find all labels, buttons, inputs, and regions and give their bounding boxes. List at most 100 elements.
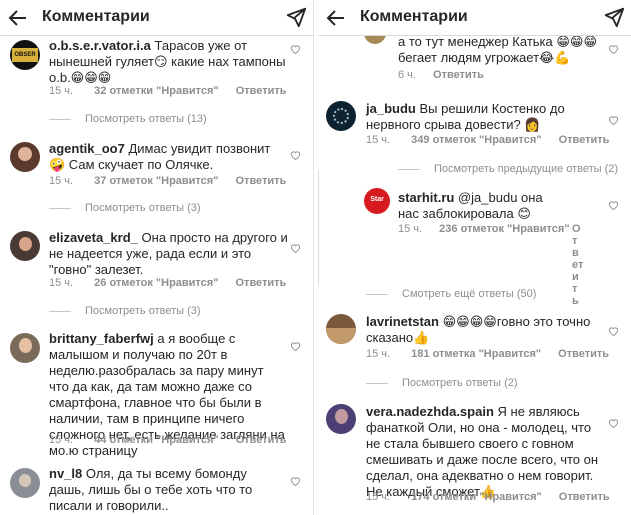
comment-username[interactable]: ja_budu: [366, 101, 416, 116]
comment-username[interactable]: lavrinetstan: [366, 314, 439, 329]
comment-meta: 15 ч. 174 отметки "Нравится" Ответить: [366, 491, 610, 503]
reply-button[interactable]: Ответить: [572, 223, 584, 307]
view-replies-label: Посмотреть ответы (2): [402, 377, 518, 389]
heart-icon[interactable]: [290, 341, 301, 351]
comment-text: nv_l8 Оля, да ты всему бомонду дашь, лиш…: [49, 466, 285, 514]
page-title: Комментарии: [42, 8, 150, 25]
avatar[interactable]: [10, 231, 40, 261]
comment-text: o.b.s.e.r.vator.i.a Тарасов уже от нынеш…: [49, 38, 289, 86]
comment-likes[interactable]: 236 отметок "Нравится": [439, 223, 569, 235]
comment-item: elizaveta_krd_ Она просто на другого и н…: [0, 229, 313, 299]
arrow-left-icon[interactable]: [6, 6, 30, 30]
reply-button[interactable]: Ответить: [558, 348, 609, 360]
comment-text: agentik_oo7 Димас увидит позвонит🤪 Сам с…: [49, 141, 279, 173]
comment-username[interactable]: elizaveta_krd_: [49, 230, 138, 245]
comment-item: OBSER o.b.s.e.r.vator.i.a Тарасов уже от…: [0, 38, 313, 118]
avatar[interactable]: [326, 101, 356, 131]
avatar[interactable]: Star: [364, 188, 390, 214]
replies-divider: [398, 168, 420, 170]
comment-likes[interactable]: 174 отметки "Нравится": [411, 491, 542, 503]
comment-time: 15 ч.: [49, 277, 74, 289]
comment-meta: 6 ч. Ответить: [398, 69, 484, 81]
avatar[interactable]: [10, 333, 40, 363]
reply-button[interactable]: Ответить: [236, 85, 287, 97]
comment-text: а то тут менеджер Катька 😁😁😁 бегает людя…: [398, 34, 608, 66]
heart-icon[interactable]: [290, 476, 301, 486]
reply-button[interactable]: Ответить: [236, 434, 287, 446]
comment-meta: 15 ч. 236 отметок "Нравится": [398, 223, 570, 235]
comment-meta: 15 ч. 26 отметок "Нравится" Ответить: [49, 277, 286, 289]
comment-meta: 15 ч. 349 отметок "Нравится" Ответить: [366, 134, 609, 146]
reply-button[interactable]: Ответить: [236, 277, 287, 289]
heart-icon[interactable]: [608, 200, 619, 210]
comment-likes[interactable]: 44 отметки "Нравится": [94, 434, 218, 446]
reply-button[interactable]: Ответить: [236, 175, 287, 187]
view-replies-label: Посмотреть ответы (3): [85, 305, 201, 317]
comment-text: vera.nadezhda.spain Я не являюсь фанатко…: [366, 404, 604, 500]
view-replies-link[interactable]: Посмотреть ответы (3): [49, 305, 201, 317]
reply-button[interactable]: Ответить: [559, 134, 610, 146]
comment-username[interactable]: agentik_oo7: [49, 141, 125, 156]
comment-time: 15 ч.: [366, 134, 391, 146]
comment-item: ja_budu Вы решили Костенко до нервного с…: [318, 101, 631, 161]
comment-meta: 15 ч. 32 отметки "Нравится" Ответить: [49, 85, 287, 97]
left-comments-panel: Комментарии OBSER o.b.s.e.r.vator.i.a Та…: [0, 0, 313, 515]
heart-icon[interactable]: [608, 44, 619, 54]
comment-likes[interactable]: 26 отметок "Нравится": [94, 277, 218, 289]
avatar[interactable]: OBSER: [10, 40, 40, 70]
arrow-left-icon[interactable]: [324, 6, 348, 30]
paper-plane-icon[interactable]: [603, 6, 625, 28]
comment-item: Star starhit.ru @ja_budu она нас заблоки…: [318, 188, 631, 307]
heart-icon[interactable]: [290, 243, 301, 253]
reply-button[interactable]: Ответить: [433, 69, 484, 81]
replies-divider: [366, 293, 388, 295]
view-replies-link[interactable]: Посмотреть ответы (13): [49, 113, 207, 125]
view-more-replies-link[interactable]: Смотреть ещё ответы (50): [366, 288, 536, 300]
comment-item: agentik_oo7 Димас увидит позвонит🤪 Сам с…: [0, 140, 313, 200]
comment-text: elizaveta_krd_ Она просто на другого и н…: [49, 230, 289, 278]
comment-item: vera.nadezhda.spain Я не являюсь фанатко…: [318, 404, 631, 515]
comment-time: 15 ч.: [49, 434, 74, 446]
avatar[interactable]: [10, 142, 40, 172]
replies-divider: [49, 310, 71, 312]
header: Комментарии: [318, 0, 631, 36]
comment-username[interactable]: brittany_faberfwj: [49, 331, 154, 346]
comment-username[interactable]: o.b.s.e.r.vator.i.a: [49, 38, 151, 53]
view-replies-label: Смотреть ещё ответы (50): [402, 288, 537, 300]
view-replies-link[interactable]: Посмотреть ответы (2): [366, 377, 518, 389]
view-replies-link[interactable]: Посмотреть ответы (3): [49, 202, 201, 214]
view-replies-label: Посмотреть ответы (3): [85, 202, 201, 214]
comment-text: ja_budu Вы решили Костенко до нервного с…: [366, 101, 602, 133]
heart-icon[interactable]: [290, 44, 301, 54]
comment-username[interactable]: nv_l8: [49, 466, 82, 481]
comment-meta: 15 ч. 37 отметок "Нравится" Ответить: [49, 175, 286, 187]
comment-body: а то тут менеджер Катька 😁😁😁 бегает людя…: [398, 34, 598, 65]
comment-item: nv_l8 Оля, да ты всему бомонду дашь, лиш…: [0, 466, 313, 515]
heart-icon[interactable]: [290, 150, 301, 160]
avatar[interactable]: [326, 314, 356, 344]
view-previous-replies-link[interactable]: Посмотреть предыдущие ответы (2): [398, 163, 618, 175]
avatar[interactable]: [10, 468, 40, 498]
comment-time: 15 ч.: [398, 223, 423, 235]
heart-icon[interactable]: [608, 418, 619, 428]
comment-likes[interactable]: 37 отметок "Нравится": [94, 175, 218, 187]
comment-meta: 15 ч. 181 отметка "Нравится" Ответить: [366, 348, 609, 360]
avatar[interactable]: [326, 404, 356, 434]
comment-text: starhit.ru @ja_budu она нас заблокировал…: [398, 190, 548, 222]
replies-divider: [49, 207, 71, 209]
comment-time: 15 ч.: [366, 348, 391, 360]
heart-icon[interactable]: [608, 326, 619, 336]
comment-likes[interactable]: 32 отметки "Нравится": [94, 85, 218, 97]
view-replies-label: Посмотреть предыдущие ответы (2): [434, 163, 619, 175]
comment-time: 6 ч.: [398, 69, 416, 81]
comment-username[interactable]: starhit.ru: [398, 190, 454, 205]
comment-username[interactable]: vera.nadezhda.spain: [366, 404, 494, 419]
paper-plane-icon[interactable]: [285, 6, 307, 28]
comment-likes[interactable]: 349 отметок "Нравится": [411, 134, 541, 146]
comment-item: lavrinetstan 😁😁😁😁говно это точно сказано…: [318, 314, 631, 374]
right-comments-panel: Комментарии а то тут менеджер Катька 😁😁😁…: [318, 0, 631, 515]
comment-meta: 15 ч. 44 отметки "Нравится" Ответить: [49, 434, 287, 446]
heart-icon[interactable]: [608, 115, 619, 125]
reply-button[interactable]: Ответить: [559, 491, 610, 503]
comment-likes[interactable]: 181 отметка "Нравится": [411, 348, 541, 360]
